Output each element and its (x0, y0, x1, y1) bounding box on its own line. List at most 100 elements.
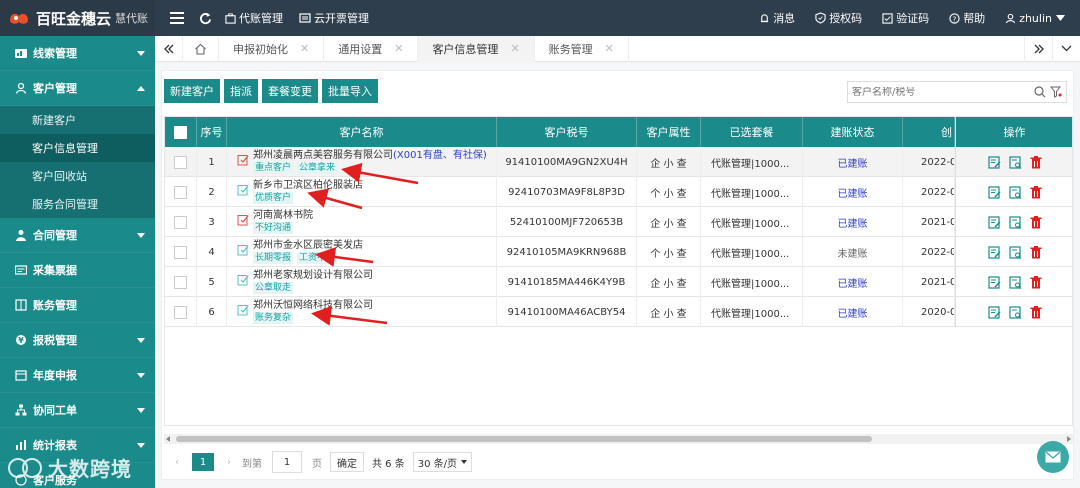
brand[interactable]: 百旺金穗云 慧代账 (0, 0, 155, 36)
prev-page-icon[interactable]: ‹ (170, 457, 184, 468)
search-icon[interactable] (1034, 86, 1046, 98)
chevron-down-icon (137, 233, 145, 238)
sidebar-group-annual[interactable]: 年度申报 (0, 358, 155, 393)
customer-name-cell[interactable]: 郑州凌晨两点美容服务有限公司(X001有盘、有社保) 重点客户 公章拿来 (227, 147, 497, 177)
sidebar-group-contracts[interactable]: 合同管理 (0, 218, 155, 253)
nav-accounting-management[interactable]: 代账管理 (225, 10, 283, 26)
sidebar-group-collect-bills[interactable]: 采集票据 (0, 253, 155, 288)
new-customer-button[interactable]: 新建客户 (164, 79, 220, 103)
chat-button[interactable] (1037, 441, 1069, 473)
scroll-right-icon[interactable] (1067, 436, 1071, 442)
tabs-menu-button[interactable] (1052, 35, 1080, 62)
goto-page-input[interactable] (272, 451, 302, 473)
customer-name-cell[interactable]: 河南嵩林书院 不好沟通 (227, 207, 497, 237)
customer-name-cell[interactable]: 郑州沃恒网络科技有限公司 账务复杂 (227, 297, 497, 327)
edit-icon[interactable] (987, 155, 1001, 169)
table-row[interactable]: 6 郑州沃恒网络科技有限公司 账务复杂 91410100MA46ACBY54 企… (165, 297, 1072, 327)
delete-icon[interactable] (1030, 185, 1042, 199)
select-all-checkbox[interactable] (165, 117, 197, 147)
nav-messages[interactable]: 消息 (759, 10, 795, 26)
detail-icon[interactable] (1008, 275, 1022, 289)
sidebar-group-tax[interactable]: ¥ 报税管理 (0, 323, 155, 358)
detail-icon[interactable] (1008, 305, 1022, 319)
table-row[interactable]: 2 新乡市卫滨区柏伦服装店 优质客户 92410703MA9F8L8P3D 个 … (165, 177, 1072, 207)
detail-icon[interactable] (1008, 245, 1022, 259)
edit-icon[interactable] (987, 245, 1001, 259)
goto-confirm-button[interactable]: 确定 (330, 452, 364, 472)
edit-icon[interactable] (987, 305, 1001, 319)
delete-icon[interactable] (1030, 215, 1042, 229)
detail-icon[interactable] (1008, 185, 1022, 199)
tabs-scroll-right-button[interactable] (1024, 35, 1052, 62)
pagination: ‹ 1 › 到第 页 确定 共 6 条 30 条/页 (170, 451, 473, 473)
sidebar-group-leads[interactable]: 线索管理 (0, 36, 155, 71)
page-current[interactable]: 1 (192, 453, 214, 471)
batch-import-button[interactable]: 批量导入 (322, 79, 378, 103)
refresh-icon[interactable] (197, 10, 213, 26)
delete-icon[interactable] (1030, 155, 1042, 169)
row-checkbox[interactable] (165, 297, 197, 327)
edit-icon[interactable] (987, 215, 1001, 229)
table-row[interactable]: 3 河南嵩林书院 不好沟通 52410100MJF720653B 企 小 查 代… (165, 207, 1072, 237)
row-checkbox[interactable] (165, 267, 197, 297)
scrollbar-thumb[interactable] (176, 436, 872, 442)
close-icon[interactable]: ✕ (394, 42, 403, 55)
menu-toggle-icon[interactable] (169, 10, 185, 26)
close-icon[interactable]: ✕ (605, 42, 614, 55)
tab-account-management[interactable]: 账务管理 ✕ (535, 35, 629, 62)
customer-name[interactable]: 郑州老家规划设计有限公司 (253, 270, 373, 281)
tab-declare-init[interactable]: 申报初始化 ✕ (219, 35, 325, 62)
tab-home[interactable] (183, 35, 219, 62)
table-row[interactable]: 1 郑州凌晨两点美容服务有限公司(X001有盘、有社保) 重点客户 公章拿来 91… (165, 147, 1072, 177)
customer-name-cell[interactable]: 新乡市卫滨区柏伦服装店 优质客户 (227, 177, 497, 207)
row-checkbox[interactable] (165, 207, 197, 237)
tab-customer-info[interactable]: 客户信息管理 ✕ (418, 35, 535, 62)
sidebar-group-workorder[interactable]: 协同工单 (0, 393, 155, 428)
nav-help[interactable]: ? 帮助 (949, 10, 985, 26)
row-checkbox[interactable] (165, 237, 197, 267)
horizontal-scrollbar[interactable] (164, 434, 1073, 444)
sidebar-item-customer-info[interactable]: 客户信息管理 (0, 134, 155, 162)
row-checkbox[interactable] (165, 177, 197, 207)
row-checkbox[interactable] (165, 147, 197, 177)
customer-name[interactable]: 郑州沃恒网络科技有限公司 (253, 300, 373, 311)
edit-icon[interactable] (987, 185, 1001, 199)
next-page-icon[interactable]: › (222, 457, 236, 468)
customer-name-cell[interactable]: 郑州老家规划设计有限公司 公章取走 (227, 267, 497, 297)
nav-verify-code[interactable]: 验证码 (882, 10, 929, 26)
sidebar-item-service-contract[interactable]: 服务合同管理 (0, 190, 155, 218)
delete-icon[interactable] (1030, 305, 1042, 319)
table-row[interactable]: 4 郑州市金水区辰密美发店 长期零报 工资不变 92410105MA9KRN968… (165, 237, 1072, 267)
customer-name[interactable]: 郑州凌晨两点美容服务有限公司 (253, 150, 393, 161)
sidebar-item-new-customer[interactable]: 新建客户 (0, 106, 155, 134)
table-row[interactable]: 5 郑州老家规划设计有限公司 公章取走 91410185MA446K4Y9B 企… (165, 267, 1072, 297)
sidebar-submenu-customers: 新建客户 客户信息管理 客户回收站 服务合同管理 (0, 106, 155, 218)
tabs-scroll-left-button[interactable] (155, 35, 183, 62)
edit-icon[interactable] (987, 275, 1001, 289)
row-actions (955, 147, 1072, 177)
detail-icon[interactable] (1008, 155, 1022, 169)
tab-general-settings[interactable]: 通用设置 ✕ (324, 35, 419, 62)
close-icon[interactable]: ✕ (300, 42, 309, 55)
nav-cloud-invoice[interactable]: 云开票管理 (299, 10, 369, 26)
search-input[interactable] (852, 86, 1022, 98)
brand-logo-icon (8, 10, 30, 26)
close-icon[interactable]: ✕ (510, 42, 519, 55)
sidebar-item-recycle-bin[interactable]: 客户回收站 (0, 162, 155, 190)
user-menu[interactable]: zhulin (1005, 12, 1068, 25)
customer-name[interactable]: 郑州市金水区辰密美发店 (253, 240, 363, 251)
customer-name-cell[interactable]: 郑州市金水区辰密美发店 长期零报 工资不变 (227, 237, 497, 267)
assign-button[interactable]: 指派 (224, 79, 258, 103)
nav-auth-code[interactable]: 授权码 (815, 10, 862, 26)
delete-icon[interactable] (1030, 245, 1042, 259)
sidebar-group-customers[interactable]: 客户管理 (0, 71, 155, 106)
package-change-button[interactable]: 套餐变更 (262, 79, 318, 103)
page-size-select[interactable]: 30 条/页 (412, 452, 473, 472)
filter-icon[interactable] (1050, 86, 1062, 98)
customer-name[interactable]: 河南嵩林书院 (253, 210, 313, 221)
sidebar-group-accounts[interactable]: 账务管理 (0, 288, 155, 323)
scroll-left-icon[interactable] (166, 436, 170, 442)
delete-icon[interactable] (1030, 275, 1042, 289)
detail-icon[interactable] (1008, 215, 1022, 229)
customer-name[interactable]: 新乡市卫滨区柏伦服装店 (253, 180, 363, 191)
